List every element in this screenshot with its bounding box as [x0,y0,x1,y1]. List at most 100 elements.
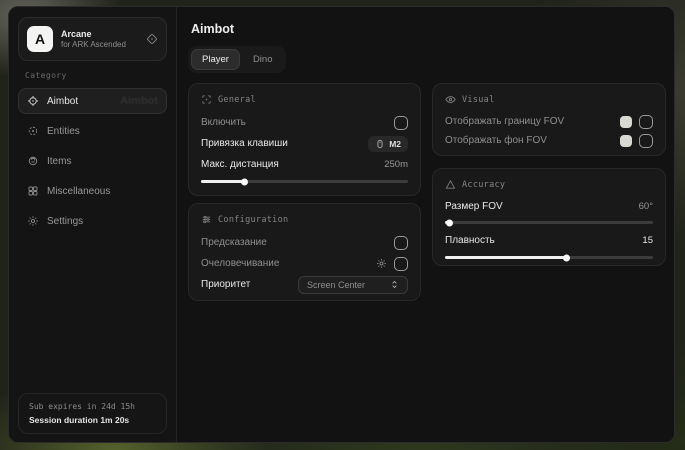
session-duration-text: Session duration 1m 20s [29,415,156,425]
general-card-header: General [201,92,408,107]
configuration-card-header: Configuration [201,212,408,227]
max-distance-value: 250m [384,159,408,170]
fov-border-controls [620,115,653,129]
session-info-card: Sub expires in 24d 15h Session duration … [18,393,167,434]
fov-border-color-swatch[interactable] [620,116,632,128]
configuration-card-title: Configuration [218,215,288,225]
fov-size-label: Размер FOV [445,201,503,212]
priority-label: Приоритет [201,279,250,290]
focus-icon [201,94,212,105]
chevrons-up-down-icon [390,280,399,289]
fov-size-slider[interactable] [445,221,653,224]
sidebar-item-ghost-label: Aimbot [120,95,158,107]
fov-background-label: Отображать фон FOV [445,135,547,146]
visual-card-title: Visual [462,95,495,105]
fov-size-value: 60° [639,201,653,212]
app-logo: A [27,26,53,52]
grid-icon [27,185,39,197]
tab-bar: Player Dino [188,46,286,73]
sidebar-item-label: Items [47,156,71,167]
sidebar-item-label: Aimbot [47,96,78,107]
sidebar-item-items[interactable]: Items [18,148,167,174]
fov-background-row: Отображать фон FOV [445,131,653,150]
sidebar-item-miscellaneous[interactable]: Miscellaneous [18,178,167,204]
sidebar-item-label: Entities [47,126,80,137]
smoothness-row: Плавность 15 [445,230,653,251]
sidebar-item-entities[interactable]: Entities [18,118,167,144]
prediction-label: Предсказание [201,237,267,248]
max-distance-slider-thumb[interactable] [241,178,248,185]
sidebar-item-label: Settings [47,216,83,227]
max-distance-label: Макс. дистанция [201,159,279,170]
accuracy-card-header: Accuracy [445,177,653,192]
accuracy-card-title: Accuracy [462,180,505,190]
keybind-label: Привязка клавиши [201,138,288,149]
tab-dino[interactable]: Dino [242,49,284,70]
fov-border-row: Отображать границу FOV [445,112,653,131]
package-icon [27,155,39,167]
fov-border-checkbox[interactable] [639,115,653,129]
mouse-icon [375,139,385,149]
triangle-icon [445,179,456,190]
gear-icon [27,215,39,227]
smoothness-slider-fill [445,256,566,259]
smoothness-label: Плавность [445,235,495,246]
app-name: Arcane [61,29,138,40]
fov-border-label: Отображать границу FOV [445,116,564,127]
keybind-button[interactable]: M2 [368,136,408,152]
smoothness-value: 15 [642,235,653,246]
priority-value: Screen Center [307,280,365,290]
cheat-menu-window: A Arcane for ARK Ascended Category [8,6,675,443]
app-subtitle: for ARK Ascended [61,40,138,50]
sidebar-item-settings[interactable]: Settings [18,208,167,234]
keybind-row: Привязка клавиши M2 [201,133,408,154]
fov-size-slider-thumb[interactable] [446,219,453,226]
visual-card: Visual Отображать границу FOV Отображать… [432,83,666,156]
general-card-title: General [218,95,256,105]
page-title: Aimbot [191,22,234,36]
category-label: Category [25,71,176,80]
fov-size-slider-fill [445,221,449,224]
visual-card-header: Visual [445,92,653,107]
humanization-controls [376,257,408,271]
crosshair-icon [27,95,39,107]
humanization-checkbox[interactable] [394,257,408,271]
humanization-row: Очеловечивание [201,253,408,274]
enable-row: Включить [201,112,408,133]
main-panel: Aimbot Player Dino General Вк [177,7,674,442]
app-title-block: Arcane for ARK Ascended [61,29,138,50]
fov-size-row: Размер FOV 60° [445,197,653,216]
game-background: A Arcane for ARK Ascended Category [0,0,685,450]
sidebar-item-aimbot[interactable]: Aimbot Aimbot [18,88,167,114]
app-header-card: A Arcane for ARK Ascended [18,17,167,61]
prediction-checkbox[interactable] [394,236,408,250]
smoothness-slider[interactable] [445,256,653,259]
prediction-row: Предсказание [201,232,408,253]
radar-icon [27,125,39,137]
smoothness-slider-thumb[interactable] [563,254,570,261]
humanization-gear-icon[interactable] [376,258,387,269]
sidebar-nav: Aimbot Aimbot Entities [9,84,176,234]
sub-expires-text: Sub expires in 24d 15h [29,402,156,411]
enable-label: Включить [201,117,246,128]
fov-background-color-swatch[interactable] [620,135,632,147]
eye-icon [445,94,456,105]
tab-player[interactable]: Player [191,49,240,70]
max-distance-slider[interactable] [201,180,408,183]
humanization-label: Очеловечивание [201,258,279,269]
sliders-icon [201,214,212,225]
keybind-value: M2 [389,139,401,149]
enable-checkbox[interactable] [394,116,408,130]
max-distance-row: Макс. дистанция 250m [201,154,408,175]
fov-background-checkbox[interactable] [639,134,653,148]
max-distance-slider-fill [201,180,244,183]
priority-dropdown[interactable]: Screen Center [298,276,408,294]
sidebar-item-label: Miscellaneous [47,186,110,197]
configuration-card: Configuration Предсказание Очеловечивани… [188,203,421,301]
general-card: General Включить Привязка клавиши [188,83,421,196]
accuracy-card: Accuracy Размер FOV 60° Плавность 15 [432,168,666,266]
priority-row: Приоритет Screen Center [201,274,408,295]
sidebar: A Arcane for ARK Ascended Category [9,7,177,442]
target-icon[interactable] [146,33,158,45]
fov-background-controls [620,134,653,148]
